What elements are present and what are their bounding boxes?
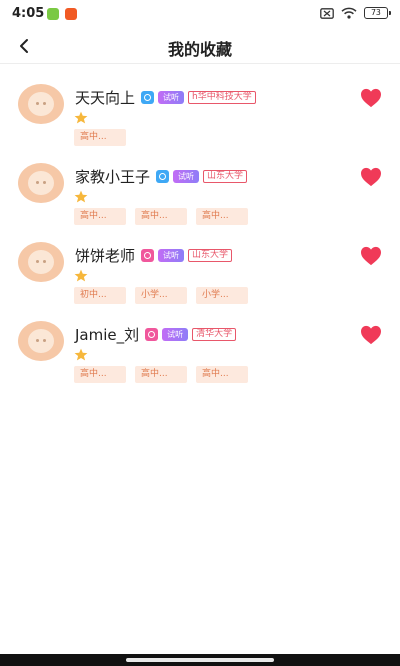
subject-tag: 高中...: [196, 208, 248, 225]
subject-tag: 高中...: [74, 366, 126, 383]
avatar-face: [28, 92, 54, 116]
avatar-face: [28, 250, 54, 274]
subject-tag: 高中...: [74, 129, 126, 146]
heart-icon: [361, 167, 381, 187]
teacher-name: 饼饼老师: [75, 246, 136, 265]
download-notification-icon: [47, 8, 59, 20]
avatar[interactable]: [18, 242, 64, 282]
heart-icon: [361, 325, 381, 345]
favorite-heart-button[interactable]: [360, 167, 382, 187]
subject-tag: 高中...: [74, 208, 126, 225]
female-gender-icon: [145, 327, 159, 341]
subject-tag: 小学...: [135, 287, 187, 304]
battery-level: 73: [371, 8, 381, 17]
avatar-face: [28, 329, 54, 353]
avatar-eye: [43, 181, 46, 184]
school-badge: 清华大学: [192, 327, 237, 341]
list-item[interactable]: 饼饼老师 试听 山东大学 初中... 小学... 小学...: [0, 240, 400, 319]
status-time: 4:05: [12, 6, 45, 21]
status-bar: 4:05 73: [0, 0, 400, 28]
subject-tags: 初中... 小学... 小学...: [74, 287, 248, 304]
list-item[interactable]: 家教小王子 试听 山东大学 高中... 高中... 高中...: [0, 161, 400, 240]
page-title: 我的收藏: [167, 40, 232, 59]
male-gender-icon: [156, 169, 170, 183]
trial-badge: 试听: [158, 248, 185, 262]
app-notification-icon: [65, 8, 77, 20]
trial-badge: 试听: [158, 90, 185, 104]
subject-tag: 初中...: [74, 287, 126, 304]
avatar-eye: [43, 260, 46, 263]
male-gender-icon: [141, 90, 155, 104]
name-row: 饼饼老师 试听 山东大学: [75, 244, 233, 266]
teacher-name: Jamie_刘: [75, 325, 140, 344]
home-indicator: [0, 654, 400, 666]
subject-tags: 高中... 高中... 高中...: [74, 208, 248, 225]
subject-tag: 高中...: [135, 366, 187, 383]
subject-tag: 高中...: [135, 208, 187, 225]
trial-badge: 试听: [162, 327, 189, 341]
avatar-eye: [43, 102, 46, 105]
name-row: Jamie_刘 试听 清华大学: [75, 323, 237, 345]
avatar[interactable]: [18, 163, 64, 203]
favorite-heart-button[interactable]: [360, 325, 382, 345]
heart-icon: [361, 246, 381, 266]
list-item[interactable]: 天天向上 试听 h华中科技大学 高中...: [0, 82, 400, 161]
heart-icon: [361, 88, 381, 108]
subject-tag: 高中...: [196, 366, 248, 383]
avatar[interactable]: [18, 84, 64, 124]
trial-badge: 试听: [173, 169, 200, 183]
name-row: 家教小王子 试听 山东大学: [75, 165, 248, 187]
wifi-icon: [341, 7, 357, 19]
battery-icon: 73: [364, 7, 391, 19]
subject-tags: 高中...: [74, 129, 126, 146]
nav-bar: 我的收藏: [0, 28, 400, 64]
avatar-face: [28, 171, 54, 195]
avatar-eye: [36, 339, 39, 342]
female-gender-icon: [141, 248, 155, 262]
status-indicators: 73: [320, 7, 391, 19]
star-icon: [74, 190, 88, 203]
list-item[interactable]: Jamie_刘 试听 清华大学 高中... 高中... 高中...: [0, 319, 400, 398]
star-icon: [74, 111, 88, 124]
avatar-eye: [36, 102, 39, 105]
favorite-heart-button[interactable]: [360, 88, 382, 108]
sim-off-icon: [320, 7, 334, 19]
subject-tag: 小学...: [196, 287, 248, 304]
star-icon: [74, 269, 88, 282]
teacher-name: 家教小王子: [75, 167, 151, 186]
teacher-name: 天天向上: [75, 88, 136, 107]
avatar[interactable]: [18, 321, 64, 361]
star-icon: [74, 348, 88, 361]
name-row: 天天向上 试听 h华中科技大学: [75, 86, 256, 108]
favorite-heart-button[interactable]: [360, 246, 382, 266]
school-badge: 山东大学: [203, 169, 248, 183]
avatar-eye: [36, 260, 39, 263]
favorites-list: 天天向上 试听 h华中科技大学 高中... 家教小王子 试听 山东大学 高中..…: [0, 82, 400, 398]
school-badge: h华中科技大学: [188, 90, 256, 104]
school-badge: 山东大学: [188, 248, 233, 262]
avatar-eye: [36, 181, 39, 184]
subject-tags: 高中... 高中... 高中...: [74, 366, 248, 383]
home-bar[interactable]: [126, 658, 274, 662]
avatar-eye: [43, 339, 46, 342]
